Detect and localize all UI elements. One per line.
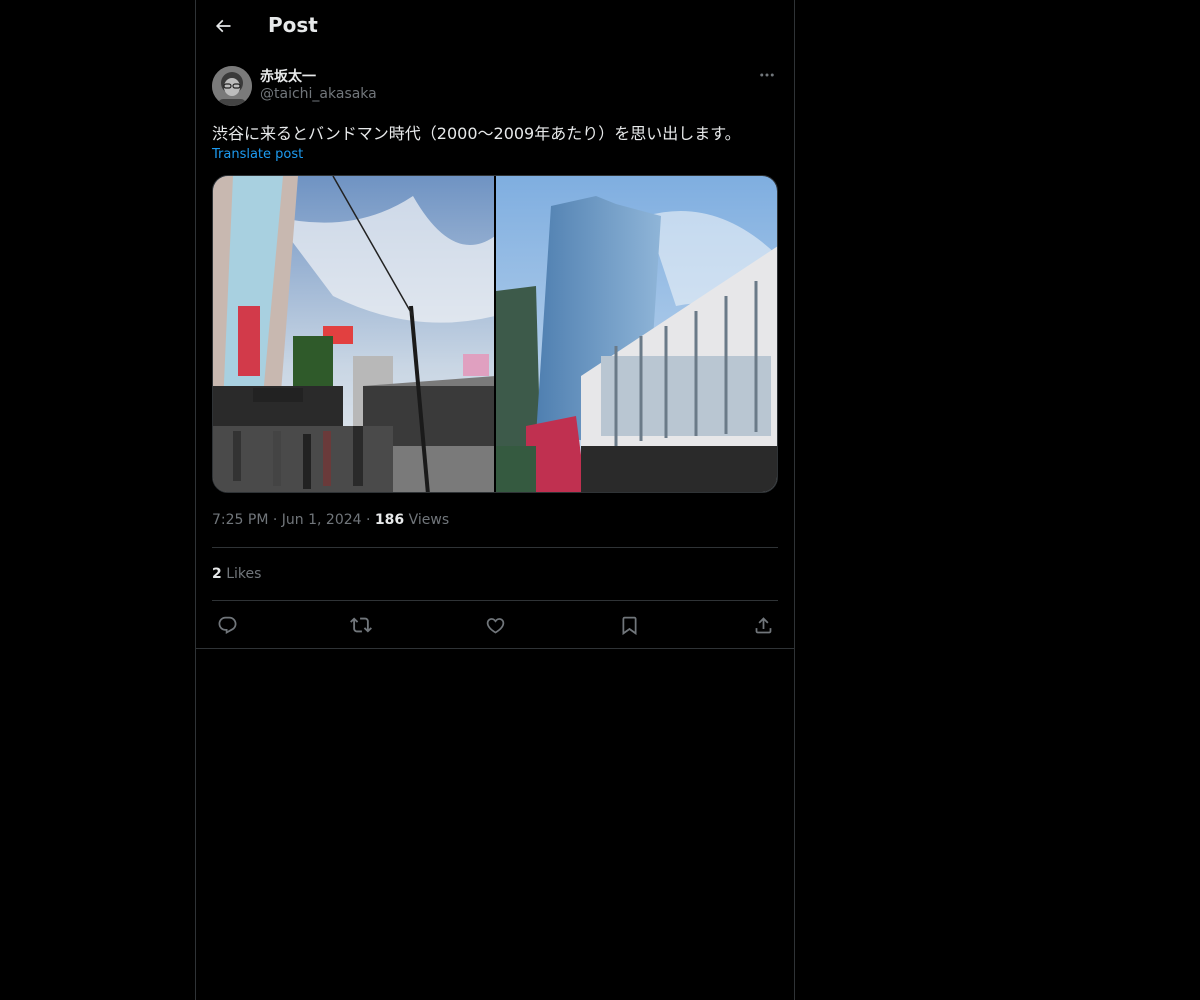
primary-column: Post 赤坂太一 @taichi_akasaka 渋谷に来るとバンドマン時代（… [195,0,795,1000]
like-button[interactable] [480,612,510,638]
author-name[interactable]: 赤坂太一 [260,66,316,86]
views-count: 186 [374,512,405,528]
more-icon [760,73,774,77]
share-button[interactable] [748,612,778,638]
divider [212,547,778,548]
shibuya-street-photo[interactable] [213,176,494,492]
reply-icon [218,616,236,634]
author-handle[interactable]: @taichi_akasaka [260,86,377,102]
views-label: Views [408,512,450,528]
bookmark-icon [622,616,636,635]
post-meta: 7:25 PM · Jun 1, 2024 · 186 Views [212,512,449,528]
like-icon [486,617,504,634]
meta-separator: · [272,512,282,528]
shibuya-station-tower-photo[interactable] [496,176,777,492]
likes-label: Likes [226,566,262,582]
avatar[interactable] [212,66,252,106]
page-title: Post [268,13,318,37]
share-icon [755,616,771,633]
divider [196,648,794,649]
meta-separator: · [366,512,375,528]
translate-post-link[interactable]: Translate post [212,147,303,162]
reply-button[interactable] [212,612,242,638]
arrow-left-icon [215,19,231,33]
divider [212,600,778,601]
post: 赤坂太一 @taichi_akasaka 渋谷に来るとバンドマン時代（2000〜… [212,64,778,635]
likes-count: 2 [212,566,222,582]
back-button[interactable] [206,9,240,43]
media-grid [212,175,778,493]
likes-link[interactable]: 2 Likes [212,566,261,582]
post-header: Post [196,0,794,54]
post-time[interactable]: 7:25 PM [212,512,268,528]
post-text: 渋谷に来るとバンドマン時代（2000〜2009年あたり）を思い出します。 [212,124,741,143]
repost-button[interactable] [346,612,376,638]
bookmark-button[interactable] [614,612,644,638]
post-date[interactable]: Jun 1, 2024 [282,512,362,528]
author-row: 赤坂太一 @taichi_akasaka [212,64,778,108]
repost-icon [350,617,372,633]
more-options-button[interactable] [756,64,778,86]
action-bar [212,612,778,638]
